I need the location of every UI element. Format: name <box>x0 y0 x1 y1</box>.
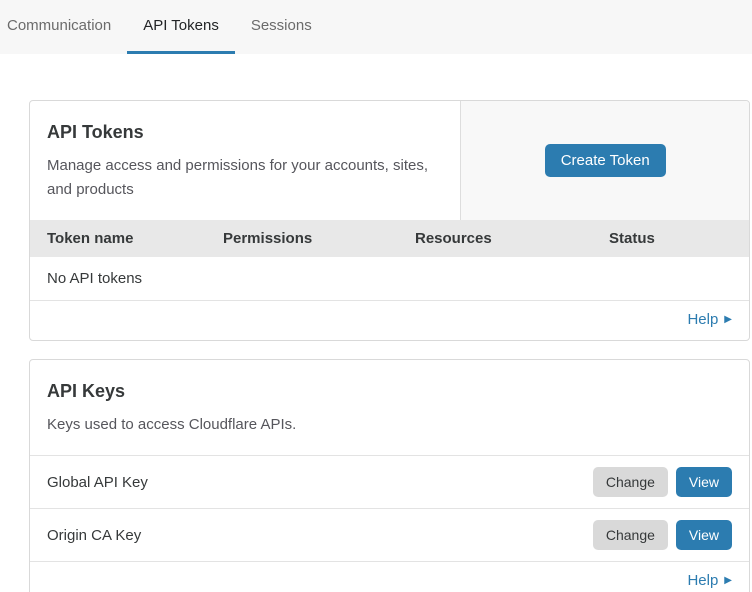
global-api-key-row: Global API Key Change View <box>30 455 749 508</box>
origin-ca-key-change-button[interactable]: Change <box>593 520 668 550</box>
api-tokens-card-header-text: API Tokens Manage access and permissions… <box>30 101 461 220</box>
tokens-table-header: Token name Permissions Resources Status <box>30 220 749 257</box>
origin-ca-key-view-button[interactable]: View <box>676 520 732 550</box>
origin-ca-key-row: Origin CA Key Change View <box>30 508 749 561</box>
keys-help-row: Help ▶ <box>30 561 749 592</box>
tokens-help-link[interactable]: Help ▶ <box>687 311 732 328</box>
global-api-key-actions: Change View <box>593 467 732 497</box>
tab-communication[interactable]: Communication <box>0 0 127 54</box>
help-arrow-icon: ▶ <box>724 576 732 586</box>
column-header-token-name: Token name <box>30 230 206 247</box>
api-keys-card-header: API Keys Keys used to access Cloudflare … <box>30 360 749 455</box>
create-token-button[interactable]: Create Token <box>545 144 666 177</box>
global-api-key-view-button[interactable]: View <box>676 467 732 497</box>
tokens-empty-message: No API tokens <box>30 257 749 301</box>
column-header-permissions: Permissions <box>206 230 398 247</box>
help-arrow-icon: ▶ <box>724 315 732 325</box>
origin-ca-key-actions: Change View <box>593 520 732 550</box>
tab-sessions[interactable]: Sessions <box>235 0 328 54</box>
main-content: API Tokens Manage access and permissions… <box>0 54 752 592</box>
column-header-resources: Resources <box>398 230 592 247</box>
global-api-key-label: Global API Key <box>47 474 148 491</box>
keys-help-link[interactable]: Help ▶ <box>687 572 732 589</box>
api-tokens-card-header: API Tokens Manage access and permissions… <box>30 101 749 220</box>
tab-api-tokens[interactable]: API Tokens <box>127 0 235 54</box>
api-tokens-card-header-actions: Create Token <box>461 101 749 220</box>
api-tokens-card: API Tokens Manage access and permissions… <box>29 100 750 341</box>
tokens-help-row: Help ▶ <box>30 301 749 340</box>
api-keys-title: API Keys <box>47 381 732 402</box>
api-keys-card: API Keys Keys used to access Cloudflare … <box>29 359 750 592</box>
api-tokens-title: API Tokens <box>47 122 443 143</box>
column-header-status: Status <box>592 230 749 247</box>
origin-ca-key-label: Origin CA Key <box>47 527 141 544</box>
api-tokens-description: Manage access and permissions for your a… <box>47 154 443 202</box>
api-keys-description: Keys used to access Cloudflare APIs. <box>47 413 732 437</box>
global-api-key-change-button[interactable]: Change <box>593 467 668 497</box>
tokens-help-label: Help <box>687 311 718 328</box>
keys-help-label: Help <box>687 572 718 589</box>
settings-tab-bar: Communication API Tokens Sessions <box>0 0 752 54</box>
